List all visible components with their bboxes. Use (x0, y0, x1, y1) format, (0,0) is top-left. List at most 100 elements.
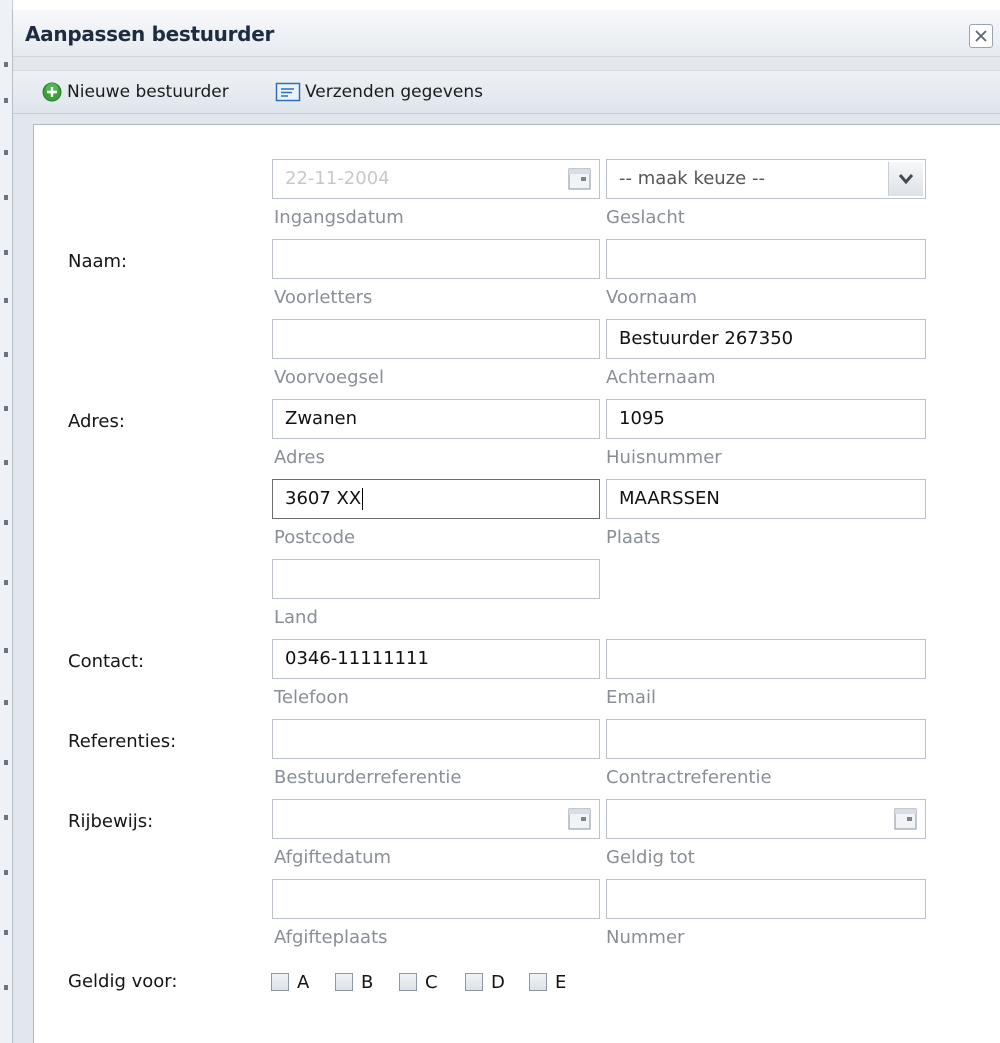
last-name-value: Bestuurder 267350 (619, 328, 794, 349)
send-data-label: Verzenden gegevens (305, 82, 483, 102)
edge-mark (4, 580, 8, 585)
license-class-d-label: D (491, 971, 505, 993)
license-number-input[interactable] (606, 879, 926, 919)
postcode-label: Postcode (274, 527, 356, 548)
address-section-label: Adres: (68, 411, 125, 432)
license-number-label: Nummer (606, 927, 685, 948)
edge-mark (4, 930, 8, 935)
plus-circle-icon (42, 82, 62, 102)
street-input[interactable]: Zwanen (272, 399, 600, 439)
calendar-icon (568, 168, 591, 190)
license-section-label: Rijbewijs: (68, 811, 154, 832)
new-driver-button[interactable]: Nieuwe bestuurder (41, 79, 229, 105)
edge-mark (4, 250, 8, 255)
valid-until-input[interactable] (606, 799, 926, 839)
calendar-icon[interactable] (893, 806, 919, 832)
email-input[interactable] (606, 639, 926, 679)
references-section-label: Referenties: (68, 731, 177, 752)
driver-reference-input[interactable] (272, 719, 600, 759)
issue-place-label: Afgifteplaats (274, 927, 388, 948)
calendar-icon[interactable] (567, 806, 593, 832)
license-class-d-checkbox[interactable]: D (465, 970, 505, 994)
edge-mark (4, 870, 8, 875)
country-input[interactable] (272, 559, 600, 599)
initials-input[interactable] (272, 239, 600, 279)
contract-reference-input[interactable] (606, 719, 926, 759)
edge-mark (4, 62, 8, 67)
license-class-a-checkbox[interactable]: A (271, 970, 309, 994)
checkbox-box[interactable] (335, 973, 353, 991)
edit-driver-dialog: Aanpassen bestuurder Nieuwe bestuurder V… (12, 10, 1000, 1043)
edge-mark (4, 298, 8, 303)
close-icon (975, 30, 987, 42)
dialog-title: Aanpassen bestuurder (25, 22, 275, 46)
gender-select[interactable]: -- maak keuze -- (606, 159, 926, 199)
edge-mark (4, 352, 8, 357)
driver-reference-label: Bestuurderreferentie (274, 767, 462, 788)
edge-mark (4, 460, 8, 465)
license-class-e-label: E (555, 971, 567, 993)
start-date-label: Ingangsdatum (274, 207, 404, 228)
last-name-label: Achternaam (606, 367, 716, 388)
close-button[interactable] (969, 24, 993, 48)
form-send-icon (275, 82, 301, 102)
send-data-button[interactable]: Verzenden gegevens (275, 79, 483, 105)
checkbox-box[interactable] (271, 973, 289, 991)
contact-section-label: Contact: (68, 651, 145, 672)
issue-date-input[interactable] (272, 799, 600, 839)
house-number-input[interactable]: 1095 (606, 399, 926, 439)
email-label: Email (606, 687, 656, 708)
license-class-c-checkbox[interactable]: C (399, 970, 438, 994)
issue-date-label: Afgiftedatum (274, 847, 392, 868)
edge-mark (4, 98, 8, 103)
dialog-toolbar: Nieuwe bestuurder Verzenden gegevens (13, 70, 1000, 114)
valid-until-label: Geldig tot (606, 847, 695, 868)
license-class-b-label: B (361, 971, 374, 993)
gender-dropdown-toggle[interactable] (888, 162, 923, 196)
start-date-value: 22-11-2004 (285, 168, 390, 189)
last-name-input[interactable]: Bestuurder 267350 (606, 319, 926, 359)
street-label: Adres (274, 447, 325, 468)
edge-mark (4, 520, 8, 525)
postcode-input[interactable]: 3607 XX (272, 479, 600, 519)
edge-mark (4, 760, 8, 765)
edge-mark (4, 195, 8, 200)
edge-mark (4, 700, 8, 705)
contract-reference-label: Contractreferentie (606, 767, 772, 788)
edge-mark (4, 815, 8, 820)
screenshot-stage: Aanpassen bestuurder Nieuwe bestuurder V… (0, 0, 1000, 1043)
edge-mark (4, 150, 8, 155)
checkbox-box[interactable] (399, 973, 417, 991)
city-value: MAARSSEN (619, 488, 720, 509)
license-class-c-label: C (425, 971, 438, 993)
checkbox-box[interactable] (529, 973, 547, 991)
license-class-a-label: A (297, 971, 310, 993)
edge-mark (4, 406, 8, 411)
dialog-titlebar: Aanpassen bestuurder (13, 10, 1000, 57)
name-section-label: Naam: (68, 251, 128, 272)
new-driver-label: Nieuwe bestuurder (67, 82, 229, 102)
first-name-input[interactable] (606, 239, 926, 279)
house-number-value: 1095 (619, 408, 665, 429)
city-input[interactable]: MAARSSEN (606, 479, 926, 519)
phone-input[interactable]: 0346-11111111 (272, 639, 600, 679)
driver-form-panel: 22-11-2004 -- maak keuze -- Ingangsdatum… (33, 124, 1000, 1043)
license-class-e-checkbox[interactable]: E (529, 970, 566, 994)
first-name-label: Voornaam (606, 287, 698, 308)
gender-selected-value: -- maak keuze -- (619, 168, 765, 189)
chevron-down-icon (898, 174, 914, 185)
postcode-value: 3607 XX (285, 488, 362, 509)
start-date-field: 22-11-2004 (272, 159, 600, 199)
checkbox-box[interactable] (465, 973, 483, 991)
prefix-input[interactable] (272, 319, 600, 359)
prefix-label: Voorvoegsel (274, 367, 384, 388)
valid-for-section-label: Geldig voor: (68, 971, 178, 992)
issue-place-input[interactable] (272, 879, 600, 919)
gender-label: Geslacht (606, 207, 685, 228)
street-value: Zwanen (285, 408, 357, 429)
license-class-b-checkbox[interactable]: B (335, 970, 373, 994)
country-label: Land (274, 607, 318, 628)
initials-label: Voorletters (274, 287, 373, 308)
text-caret (362, 488, 364, 510)
phone-label: Telefoon (274, 687, 349, 708)
